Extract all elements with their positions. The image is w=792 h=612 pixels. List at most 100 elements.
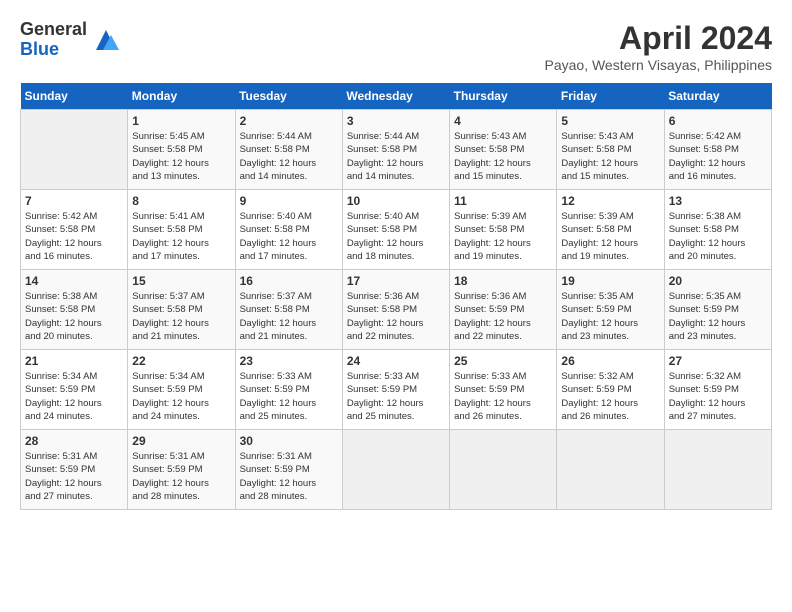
day-header-monday: Monday [128, 83, 235, 110]
day-info: Sunrise: 5:35 AM Sunset: 5:59 PM Dayligh… [669, 290, 767, 343]
day-number: 19 [561, 274, 659, 288]
day-number: 28 [25, 434, 123, 448]
calendar-cell: 20Sunrise: 5:35 AM Sunset: 5:59 PM Dayli… [664, 270, 771, 350]
day-number: 11 [454, 194, 552, 208]
day-number: 14 [25, 274, 123, 288]
day-number: 9 [240, 194, 338, 208]
day-info: Sunrise: 5:42 AM Sunset: 5:58 PM Dayligh… [669, 130, 767, 183]
day-info: Sunrise: 5:41 AM Sunset: 5:58 PM Dayligh… [132, 210, 230, 263]
week-row-2: 7Sunrise: 5:42 AM Sunset: 5:58 PM Daylig… [21, 190, 772, 270]
calendar-cell [21, 110, 128, 190]
day-number: 17 [347, 274, 445, 288]
day-info: Sunrise: 5:31 AM Sunset: 5:59 PM Dayligh… [132, 450, 230, 503]
day-info: Sunrise: 5:40 AM Sunset: 5:58 PM Dayligh… [347, 210, 445, 263]
calendar-cell: 27 Sunrise: 5:32 AM Sunset: 5:59 PM Dayli… [664, 350, 771, 430]
day-number: 12 [561, 194, 659, 208]
logo: General Blue [20, 20, 121, 60]
day-number: 22 [132, 354, 230, 368]
day-info: Sunrise: 5:35 AM Sunset: 5:59 PM Dayligh… [561, 290, 659, 343]
calendar-cell: 23Sunrise: 5:33 AM Sunset: 5:59 PM Dayli… [235, 350, 342, 430]
calendar-cell: 18 Sunrise: 5:36 AM Sunset: 5:59 PM Dayli… [450, 270, 557, 350]
logo-general: General [20, 20, 87, 40]
logo-icon [91, 25, 121, 55]
day-info: Sunrise: 5:36 AM Sunset: 5:59 PM Dayligh… [454, 290, 552, 343]
day-info: Sunrise: 5:32 AM Sunset: 5:59 PM Dayligh… [561, 370, 659, 423]
calendar-cell: 22Sunrise: 5:34 AM Sunset: 5:59 PM Dayli… [128, 350, 235, 430]
calendar-cell: 10 Sunrise: 5:40 AM Sunset: 5:58 PM Dayli… [342, 190, 449, 270]
calendar-cell: 7Sunrise: 5:42 AM Sunset: 5:58 PM Daylig… [21, 190, 128, 270]
day-number: 23 [240, 354, 338, 368]
calendar-table: SundayMondayTuesdayWednesdayThursdayFrid… [20, 83, 772, 510]
calendar-cell: 2 Sunrise: 5:44 AM Sunset: 5:58 PM Daylig… [235, 110, 342, 190]
day-info: Sunrise: 5:44 AM Sunset: 5:58 PM Dayligh… [240, 130, 338, 183]
day-number: 2 [240, 114, 338, 128]
calendar-cell: 8 Sunrise: 5:41 AM Sunset: 5:58 PM Daylig… [128, 190, 235, 270]
day-info: Sunrise: 5:38 AM Sunset: 5:58 PM Dayligh… [25, 290, 123, 343]
calendar-cell: 16 Sunrise: 5:37 AM Sunset: 5:58 PM Dayli… [235, 270, 342, 350]
day-number: 15 [132, 274, 230, 288]
calendar-cell [450, 430, 557, 510]
day-number: 24 [347, 354, 445, 368]
day-info: Sunrise: 5:45 AM Sunset: 5:58 PM Dayligh… [132, 130, 230, 183]
day-info: Sunrise: 5:40 AM Sunset: 5:58 PM Dayligh… [240, 210, 338, 263]
day-info: Sunrise: 5:43 AM Sunset: 5:58 PM Dayligh… [454, 130, 552, 183]
calendar-cell: 19 Sunrise: 5:35 AM Sunset: 5:59 PM Dayli… [557, 270, 664, 350]
day-number: 8 [132, 194, 230, 208]
day-info: Sunrise: 5:37 AM Sunset: 5:58 PM Dayligh… [240, 290, 338, 343]
day-number: 10 [347, 194, 445, 208]
day-info: Sunrise: 5:32 AM Sunset: 5:59 PM Dayligh… [669, 370, 767, 423]
calendar-cell: 21 Sunrise: 5:34 AM Sunset: 5:59 PM Dayli… [21, 350, 128, 430]
week-row-4: 21 Sunrise: 5:34 AM Sunset: 5:59 PM Dayli… [21, 350, 772, 430]
day-number: 13 [669, 194, 767, 208]
calendar-cell: 30 Sunrise: 5:31 AM Sunset: 5:59 PM Dayli… [235, 430, 342, 510]
calendar-cell: 25 Sunrise: 5:33 AM Sunset: 5:59 PM Dayli… [450, 350, 557, 430]
calendar-cell: 5 Sunrise: 5:43 AM Sunset: 5:58 PM Daylig… [557, 110, 664, 190]
day-info: Sunrise: 5:31 AM Sunset: 5:59 PM Dayligh… [240, 450, 338, 503]
calendar-cell: 13 Sunrise: 5:38 AM Sunset: 5:58 PM Dayli… [664, 190, 771, 270]
day-number: 30 [240, 434, 338, 448]
day-number: 25 [454, 354, 552, 368]
day-number: 6 [669, 114, 767, 128]
day-number: 16 [240, 274, 338, 288]
day-header-sunday: Sunday [21, 83, 128, 110]
day-number: 3 [347, 114, 445, 128]
calendar-cell: 9 Sunrise: 5:40 AM Sunset: 5:58 PM Daylig… [235, 190, 342, 270]
calendar-cell: 28Sunrise: 5:31 AM Sunset: 5:59 PM Dayli… [21, 430, 128, 510]
day-number: 21 [25, 354, 123, 368]
day-info: Sunrise: 5:38 AM Sunset: 5:58 PM Dayligh… [669, 210, 767, 263]
day-info: Sunrise: 5:33 AM Sunset: 5:59 PM Dayligh… [347, 370, 445, 423]
calendar-cell [557, 430, 664, 510]
header: General Blue April 2024 Payao, Western V… [20, 20, 772, 73]
day-header-thursday: Thursday [450, 83, 557, 110]
calendar-cell: 26 Sunrise: 5:32 AM Sunset: 5:59 PM Dayli… [557, 350, 664, 430]
day-number: 1 [132, 114, 230, 128]
day-info: Sunrise: 5:34 AM Sunset: 5:59 PM Dayligh… [25, 370, 123, 423]
calendar-cell: 6 Sunrise: 5:42 AM Sunset: 5:58 PM Daylig… [664, 110, 771, 190]
day-header-saturday: Saturday [664, 83, 771, 110]
day-info: Sunrise: 5:33 AM Sunset: 5:59 PM Dayligh… [454, 370, 552, 423]
calendar-cell [664, 430, 771, 510]
week-row-5: 28 Sunrise: 5:31 AM Sunset: 5:59 PM Dayli… [21, 430, 772, 510]
calendar-cell: 12Sunrise: 5:39 AM Sunset: 5:58 PM Dayli… [557, 190, 664, 270]
week-row-1: 1 Sunrise: 5:45 AM Sunset: 5:58 PM Daylig… [21, 110, 772, 190]
month-title: April 2024 [545, 20, 773, 57]
day-number: 29 [132, 434, 230, 448]
day-number: 26 [561, 354, 659, 368]
week-row-3: 14 Sunrise: 5:38 AM Sunset: 5:58 PM Dayli… [21, 270, 772, 350]
logo-blue: Blue [20, 40, 87, 60]
calendar-cell [342, 430, 449, 510]
title-area: April 2024 Payao, Western Visayas, Phili… [545, 20, 773, 73]
day-header-wednesday: Wednesday [342, 83, 449, 110]
day-info: Sunrise: 5:37 AM Sunset: 5:58 PM Dayligh… [132, 290, 230, 343]
day-number: 4 [454, 114, 552, 128]
day-number: 5 [561, 114, 659, 128]
calendar-cell: 3Sunrise: 5:44 AM Sunset: 5:58 PM Daylig… [342, 110, 449, 190]
day-number: 7 [25, 194, 123, 208]
calendar-cell: 1 Sunrise: 5:45 AM Sunset: 5:58 PM Daylig… [128, 110, 235, 190]
location-title: Payao, Western Visayas, Philippines [545, 57, 773, 73]
calendar-cell: 15 Sunrise: 5:37 AM Sunset: 5:58 PM Dayli… [128, 270, 235, 350]
day-number: 27 [669, 354, 767, 368]
day-info: Sunrise: 5:43 AM Sunset: 5:58 PM Dayligh… [561, 130, 659, 183]
day-number: 18 [454, 274, 552, 288]
calendar-cell: 29 Sunrise: 5:31 AM Sunset: 5:59 PM Dayli… [128, 430, 235, 510]
